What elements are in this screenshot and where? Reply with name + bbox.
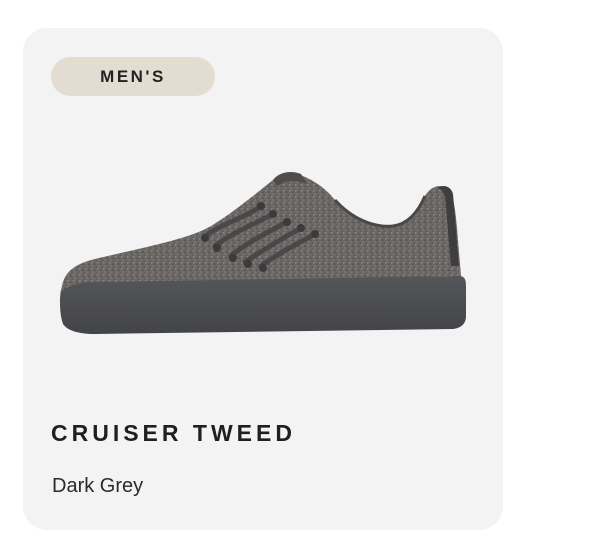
product-image[interactable] [55,166,475,376]
shoe-upper [61,173,461,292]
product-card[interactable]: MEN'S CRUISER TWEED Dark Grey [23,28,503,530]
category-badge: MEN'S [51,57,215,96]
product-color: Dark Grey [52,475,144,497]
shoe-sole [59,276,467,334]
product-name[interactable]: CRUISER TWEED [51,420,296,447]
